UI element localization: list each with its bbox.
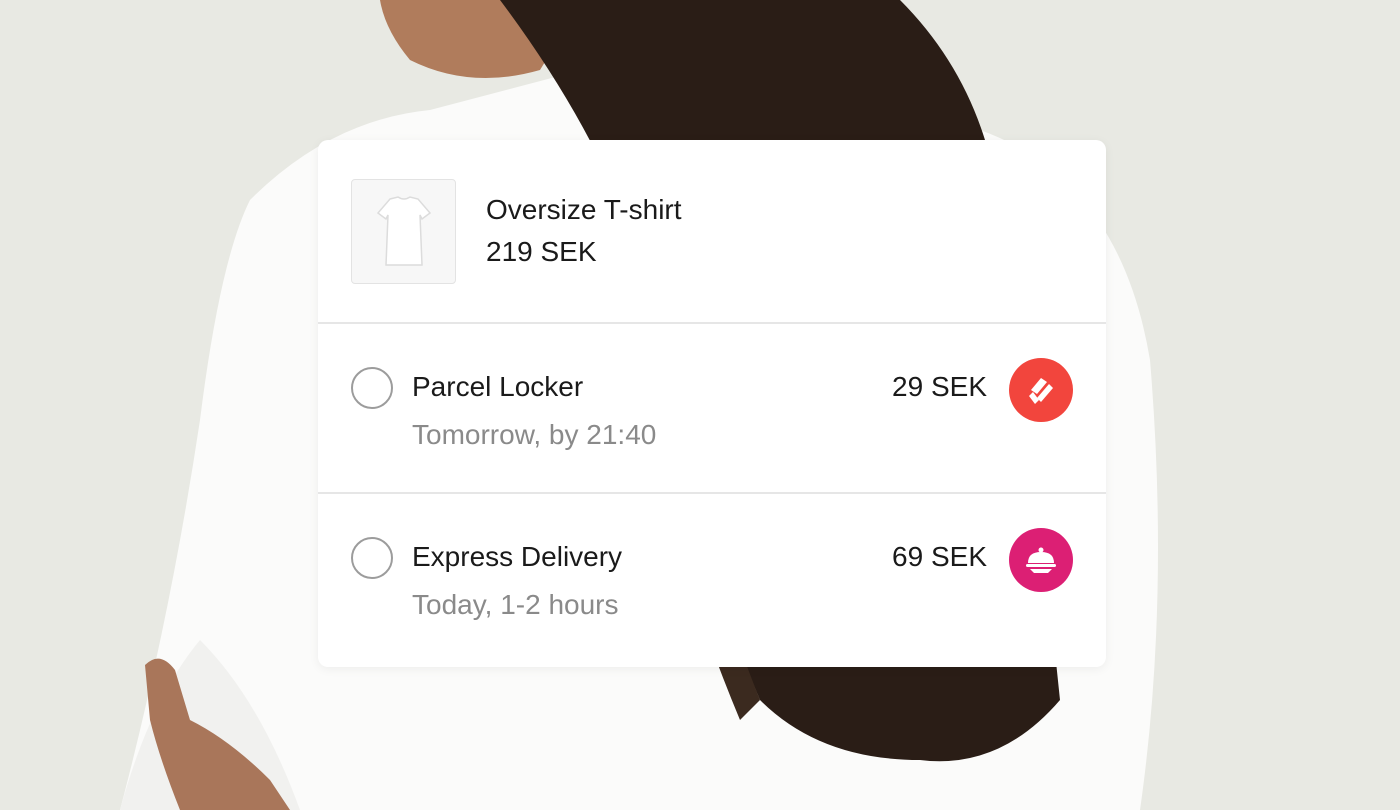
product-name: Oversize T-shirt (486, 194, 682, 225)
shipping-card: Oversize T-shirt 219 SEK Parcel Locker T… (318, 140, 1106, 667)
food-cloche-logo-icon (1009, 528, 1073, 592)
option-subtitle: Today, 1-2 hours (412, 589, 619, 620)
product-info: Oversize T-shirt 219 SEK (486, 189, 682, 273)
radio-button[interactable] (351, 537, 393, 579)
option-subtitle: Tomorrow, by 21:40 (412, 419, 657, 450)
option-price: 69 SEK (892, 541, 987, 572)
parcel-locker-logo-icon (1009, 358, 1073, 422)
option-price: 29 SEK (892, 371, 987, 402)
product-price: 219 SEK (486, 236, 597, 267)
option-title: Express Delivery (412, 541, 623, 572)
delivery-option-express[interactable]: Express Delivery Today, 1-2 hours 69 SEK (318, 494, 1106, 665)
delivery-option-parcel-locker[interactable]: Parcel Locker Tomorrow, by 21:40 29 SEK (318, 324, 1106, 494)
option-title: Parcel Locker (412, 371, 584, 402)
radio-button[interactable] (351, 367, 393, 409)
tshirt-image (351, 178, 456, 284)
product-summary: Oversize T-shirt 219 SEK (318, 140, 1106, 324)
